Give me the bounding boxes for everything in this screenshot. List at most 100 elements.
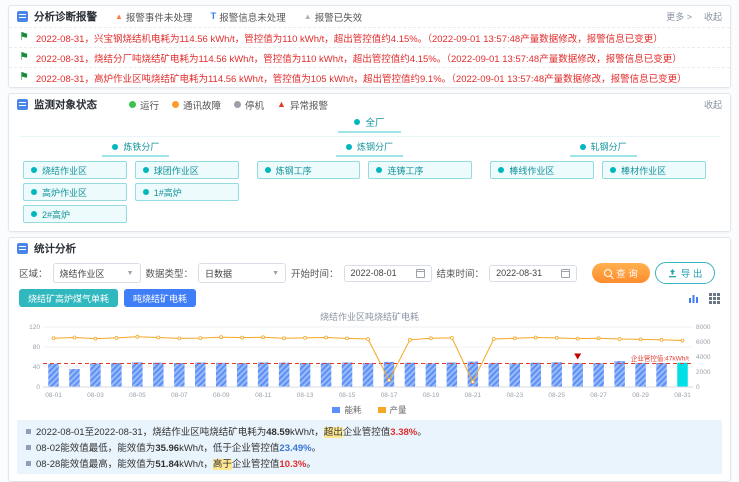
chart-legend: 能耗 产量 <box>17 404 722 418</box>
status-dot <box>265 167 271 173</box>
svg-text:08-19: 08-19 <box>423 392 440 399</box>
legend-label: 通讯故障 <box>183 98 221 112</box>
datatype-select[interactable]: 日数据 ▼ <box>198 263 286 283</box>
end-date-label: 结束时间： <box>437 266 485 280</box>
monitor-node[interactable]: 1#高炉 <box>135 183 239 201</box>
svg-text:企业管控值:47kWh/t: 企业管控值:47kWh/t <box>631 354 689 363</box>
legend-comm-fault: 通讯故障 <box>172 98 221 112</box>
flag-icon: ⚑ <box>19 72 29 83</box>
legend-stopped: 停机 <box>234 98 264 112</box>
export-icon <box>668 269 677 278</box>
svg-text:0: 0 <box>696 384 700 391</box>
monitor-node[interactable]: 炼钢工序 <box>257 161 361 179</box>
bullet-icon <box>26 429 31 434</box>
search-button[interactable]: 查 询 <box>592 263 650 283</box>
status-dot <box>143 167 149 173</box>
monitor-node[interactable]: 棒材作业区 <box>602 161 706 179</box>
page: 分析诊断报警 ▲ 报警事件未处理 T 报警信息未处理 ▲ 报警已失效 更多 > … <box>0 0 739 419</box>
monitor-groups: 炼铁分厂烧结作业区球团作业区高炉作业区 1#高炉 2#高炉 炼钢分厂炼钢工序连铸工序 轧… <box>19 136 720 225</box>
region-label: 区域： <box>19 266 48 280</box>
report-icon <box>17 11 28 22</box>
monitor-collapse-link[interactable]: 收起 <box>704 98 722 111</box>
table-view-icon[interactable] <box>709 293 720 304</box>
region-select[interactable]: 烧结作业区 ▼ <box>53 263 141 283</box>
status-dot <box>580 144 586 150</box>
svg-text:08-09: 08-09 <box>213 392 230 399</box>
note-line: 2022-08-01至2022-08-31，烧结作业区吨烧结矿电耗为48.59k… <box>26 424 713 438</box>
alarm-text: 2022-08-31，高炉作业区吨烧结矿电耗为114.56 kWh/t，管控值为… <box>36 71 687 85</box>
tab-sinter-electricity[interactable]: 吨烧结矿电耗 <box>124 289 196 307</box>
end-date-value: 2022-08-31 <box>496 268 542 278</box>
region-value: 烧结作业区 <box>60 267 105 280</box>
filter-label: 报警已失效 <box>315 10 363 24</box>
calendar-icon <box>416 269 425 278</box>
svg-text:08-11: 08-11 <box>255 392 272 399</box>
alarm-row[interactable]: ⚑ 2022-08-31，兴宝钢烧结机电耗为114.56 kWh/t，管控值为1… <box>9 27 730 47</box>
monitor-group-node[interactable]: 轧钢分厂 <box>570 140 637 157</box>
svg-text:6000: 6000 <box>696 339 711 346</box>
status-dot <box>498 167 504 173</box>
running-status-dot <box>129 101 136 108</box>
metric-tabs: 烧结矿高炉煤气单耗 吨烧结矿电耗 <box>9 286 730 309</box>
monitor-panel-header: 监测对象状态 运行 通讯故障 停机 ▲ 异常报警 <box>9 94 730 115</box>
stopped-status-dot <box>234 101 241 108</box>
svg-text:08-29: 08-29 <box>632 392 649 399</box>
tab-bf-gas-unit-consumption[interactable]: 烧结矿高炉煤气单耗 <box>19 289 118 307</box>
filter-alarm-info-unhandled[interactable]: T 报警信息未处理 <box>210 10 285 24</box>
datatype-label: 数据类型： <box>146 266 194 280</box>
status-dot <box>143 189 149 195</box>
svg-text:8000: 8000 <box>696 324 711 331</box>
monitor-group-node[interactable]: 炼钢分厂 <box>336 140 403 157</box>
monitor-node-label: 全厂 <box>365 115 384 129</box>
monitor-node[interactable]: 连铸工序 <box>368 161 472 179</box>
legend-label: 能耗 <box>344 404 361 416</box>
flag-icon: ⚑ <box>19 52 29 63</box>
legend-running: 运行 <box>129 98 159 112</box>
monitor-group-node[interactable]: 炼铁分厂 <box>102 140 169 157</box>
end-date-input[interactable]: 2022-08-31 <box>489 265 577 282</box>
svg-text:40: 40 <box>33 364 41 371</box>
alarm-row[interactable]: ⚑ 2022-08-31，高炉作业区吨烧结矿电耗为114.56 kWh/t，管控… <box>9 67 730 87</box>
bullet-icon <box>26 461 31 466</box>
legend-abnormal-alarm: ▲ 异常报警 <box>277 98 328 112</box>
start-date-input[interactable]: 2022-08-01 <box>344 265 432 282</box>
alarm-text: 2022-08-31，烧结分厂吨烧结矿电耗为114.56 kWh/t，管控值为1… <box>36 51 682 65</box>
legend-output[interactable]: 产量 <box>378 404 407 416</box>
monitor-node[interactable]: 棒线作业区 <box>490 161 594 179</box>
search-icon <box>604 269 612 277</box>
svg-text:08-01: 08-01 <box>45 392 62 399</box>
monitor-node[interactable]: 烧结作业区 <box>23 161 127 179</box>
svg-text:08-31: 08-31 <box>674 392 691 399</box>
alarm-triangle-icon: ▲ <box>277 100 286 109</box>
monitor-node[interactable]: 球团作业区 <box>135 161 239 179</box>
monitor-tree: 全厂 炼铁分厂烧结作业区球团作业区高炉作业区 1#高炉 2#高炉 炼钢分厂炼钢工序连铸… <box>9 115 730 231</box>
export-button[interactable]: 导 出 <box>655 262 716 284</box>
output-swatch <box>378 407 386 413</box>
stats-panel-header: 统计分析 <box>9 238 730 259</box>
svg-text:4000: 4000 <box>696 354 711 361</box>
alarm-panel-header: 分析诊断报警 ▲ 报警事件未处理 T 报警信息未处理 ▲ 报警已失效 更多 > … <box>9 6 730 27</box>
monitor-panel-title: 监测对象状态 <box>34 97 97 112</box>
svg-text:08-27: 08-27 <box>590 392 607 399</box>
status-dot <box>610 167 616 173</box>
alarm-row[interactable]: ⚑ 2022-08-31，烧结分厂吨烧结矿电耗为114.56 kWh/t，管控值… <box>9 47 730 67</box>
monitor-node-plant[interactable]: 全厂 <box>338 115 400 133</box>
more-link[interactable]: 更多 > <box>666 10 692 23</box>
filter-label: 报警事件未处理 <box>126 10 193 24</box>
legend-energy[interactable]: 能耗 <box>332 404 361 416</box>
svg-text:08-13: 08-13 <box>297 392 314 399</box>
alarm-collapse-link[interactable]: 收起 <box>704 10 722 23</box>
chart-view-icon[interactable] <box>688 293 699 304</box>
monitor-root-row: 全厂 <box>19 115 720 136</box>
start-date-label: 开始时间： <box>291 266 339 280</box>
legend-label: 运行 <box>140 98 159 112</box>
filter-alarm-events-unhandled[interactable]: ▲ 报警事件未处理 <box>115 10 192 24</box>
monitor-node[interactable]: 高炉作业区 <box>23 183 127 201</box>
filter-alarm-expired[interactable]: ▲ 报警已失效 <box>304 10 362 24</box>
monitor-icon <box>17 99 28 110</box>
stats-filters: 区域： 烧结作业区 ▼ 数据类型： 日数据 ▼ 开始时间： 2022-08-01… <box>9 259 730 286</box>
status-legend: 运行 通讯故障 停机 ▲ 异常报警 <box>129 98 328 112</box>
monitor-panel: 监测对象状态 运行 通讯故障 停机 ▲ 异常报警 <box>8 93 731 232</box>
monitor-node[interactable]: 2#高炉 <box>23 205 127 223</box>
flag-icon: ⚑ <box>19 32 29 43</box>
